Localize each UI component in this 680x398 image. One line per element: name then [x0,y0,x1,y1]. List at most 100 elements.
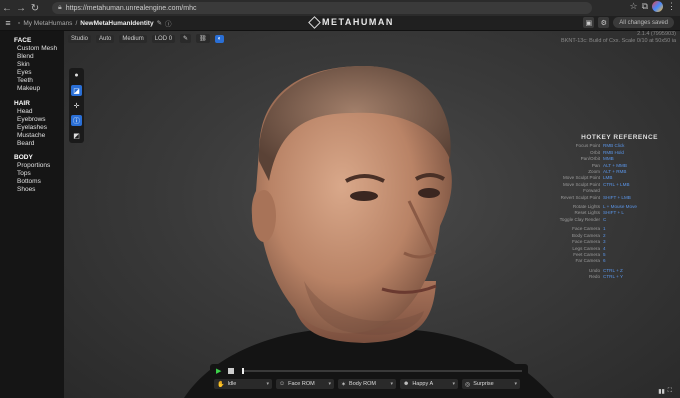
forward-icon[interactable]: → [14,1,28,15]
hotkey-action: Move Sculpt Point Forward [562,181,600,194]
sidebar-item-eyelashes[interactable]: Eyelashes [17,124,64,132]
browser-actions: ☆ ⧉ ⋮ [629,1,676,12]
animation-chip-label: Body ROM [349,381,376,387]
timeline-handle[interactable] [242,368,244,374]
hotkey-key: SHIFT + LMB [603,194,631,200]
back-icon[interactable]: ← [0,1,14,15]
hotkey-action: Revert Sculpt Point [560,194,600,200]
url-text: https://metahuman.unrealengine.com/mhc [65,4,197,12]
sidebar-item-beard[interactable]: Beard [17,140,64,148]
chevron-down-icon: ▾ [452,381,455,387]
browser-toolbar: ← → ↻ 🔒︎ https://metahuman.unrealengine.… [0,0,680,16]
reload-icon[interactable]: ↻ [28,1,42,15]
body-icon: ✶ [341,381,347,388]
fullscreen-icon[interactable]: ⛶ [668,388,672,395]
clay-tool-icon[interactable]: ◩ [71,130,82,141]
info-icon[interactable]: ⓘ [165,18,172,28]
animation-chip-label: Face ROM [288,381,315,387]
saved-label: All changes saved [619,19,668,26]
chevron-down-icon: ▾ [390,381,393,387]
chevron-down-icon: ▾ [328,381,331,387]
sidebar-item-eyebrows[interactable]: Eyebrows [17,116,64,124]
animation-chip-happy-a[interactable]: ☻ Happy A ▾ [400,379,458,389]
animation-chip-label: Happy A [412,381,434,387]
hotkey-title: HOTKEY REFERENCE [581,134,658,141]
screenshot-icon[interactable]: ▣ [583,17,595,28]
hamburger-icon[interactable]: ≡ [2,18,14,28]
compare-icon[interactable]: ◐ [214,34,225,43]
extension-icon[interactable]: ⧉ [642,1,648,12]
breadcrumb: ▫ My MetaHumans / NewMetaHumanIdentity ✎… [18,18,172,29]
hotkey-action: Redo [589,274,600,280]
viewport[interactable]: Studio Auto Medium LOD 0 ✎ ⛓ ◐ 2.1.4 (79… [64,31,680,398]
sidebar-item-blend[interactable]: Blend [17,53,64,61]
sidebar: FACE Custom Mesh Blend Skin Eyes Teeth Makeup H… [0,31,64,398]
hotkey-row: Move Sculpt Point Forward CTRL + LMB [548,182,658,195]
profile-avatar[interactable] [652,1,663,12]
breadcrumb-root[interactable]: My MetaHumans [23,20,72,27]
happy-icon: ☻ [403,381,410,387]
edit-icon[interactable]: ✎ [157,19,162,27]
viewport-toolbar: Studio Auto Medium LOD 0 ✎ ⛓ ◐ [68,34,225,43]
breadcrumb-current: NewMetaHumanIdentity [80,19,154,27]
info-tool-icon[interactable]: ⓘ [71,115,82,126]
sidebar-section-title: HAIR [14,99,30,107]
sidebar-section-title: BODY [14,154,33,162]
animation-chip-body-rom[interactable]: ✶ Body ROM ▾ [338,379,396,389]
hotkey-key: CTRL + LMB [603,181,630,187]
breadcrumb-separator: / [75,19,78,27]
sidebar-item-teeth[interactable]: Teeth [17,77,64,85]
animation-presets: ✋ Idle ▾ ☺ Face ROM ▾ ✶ Body ROM ▾ ☻ Happy A ▾ ◎ Surp… [214,379,520,389]
metahuman-logo: METAHUMAN [308,15,394,29]
stop-icon[interactable] [228,368,234,374]
move-tool-icon[interactable]: ✛ [71,100,82,111]
sidebar-item-skin[interactable]: Skin [17,61,64,69]
lod-dropdown[interactable]: LOD 0 [151,34,176,43]
hotkey-key: C [603,216,607,222]
logo-mark-icon [308,15,321,29]
hotkey-action: Far Camera [575,258,600,264]
sidebar-item-head[interactable]: Head [17,108,64,116]
star-icon[interactable]: ☆ [629,1,637,12]
address-bar[interactable]: 🔒︎ https://metahuman.unrealengine.com/mh… [52,2,592,14]
sidebar-item-shoes[interactable]: Shoes [17,186,64,194]
animation-chip-face-rom[interactable]: ☺ Face ROM ▾ [276,379,334,389]
link-icon[interactable]: ⛓ [196,34,210,43]
lighting-dropdown[interactable]: Studio [68,34,92,43]
logo-text: METAHUMAN [322,17,394,27]
sculpt-toolbar: ● ◪ ✛ ⓘ ◩ [69,68,84,143]
sidebar-item-bottoms[interactable]: Bottoms [17,178,64,186]
version-info: 2.1.4 (7995903) BKNT-13c: Build of Cxx. … [561,31,676,45]
face-mode-icon[interactable]: ● [71,70,82,81]
animation-chip-idle[interactable]: ✋ Idle ▾ [214,379,272,389]
chevron-down-icon: ▾ [266,381,269,387]
folder-icon: ▫ [18,19,21,27]
sidebar-item-eyes[interactable]: Eyes [17,69,64,77]
face-icon: ☺ [279,381,286,387]
brush-icon[interactable]: ✎ [180,34,192,43]
menu-icon[interactable]: ⋮ [667,1,676,12]
chevron-down-icon: ▾ [514,381,517,387]
version-line-1: 2.1.4 (7995903) [637,31,676,37]
hotkey-row: Redo CTRL + Y [548,274,658,280]
quality-dropdown[interactable]: Medium [119,34,147,43]
corner-status: ▮▮ ⛶ [658,388,672,395]
sidebar-item-custom-mesh[interactable]: Custom Mesh [17,45,64,53]
animation-chip-label: Idle [227,381,237,387]
select-tool-icon[interactable]: ◪ [71,85,82,96]
hotkey-reference: HOTKEY REFERENCE Focus Point RMB Click Orb… [548,134,658,281]
lock-icon: 🔒︎ [58,4,62,11]
camera-dropdown[interactable]: Auto [96,34,115,43]
surprise-icon: ◎ [465,381,471,388]
hotkey-key: 6 [603,258,606,264]
person-icon: ✋ [217,381,225,388]
timeline-slider[interactable] [242,368,522,374]
sidebar-item-mustache[interactable]: Mustache [17,132,64,140]
settings-icon[interactable]: ⚙ [598,17,610,28]
version-line-2: BKNT-13c: Build of Cxx. Scale 0/10 at 50… [561,38,676,44]
animation-chip-surprise[interactable]: ◎ Surprise ▾ [462,379,520,389]
sidebar-item-proportions[interactable]: Proportions [17,162,64,170]
sidebar-item-makeup[interactable]: Makeup [17,85,64,93]
play-icon[interactable]: ▶ [216,367,221,375]
sidebar-item-tops[interactable]: Tops [17,170,64,178]
